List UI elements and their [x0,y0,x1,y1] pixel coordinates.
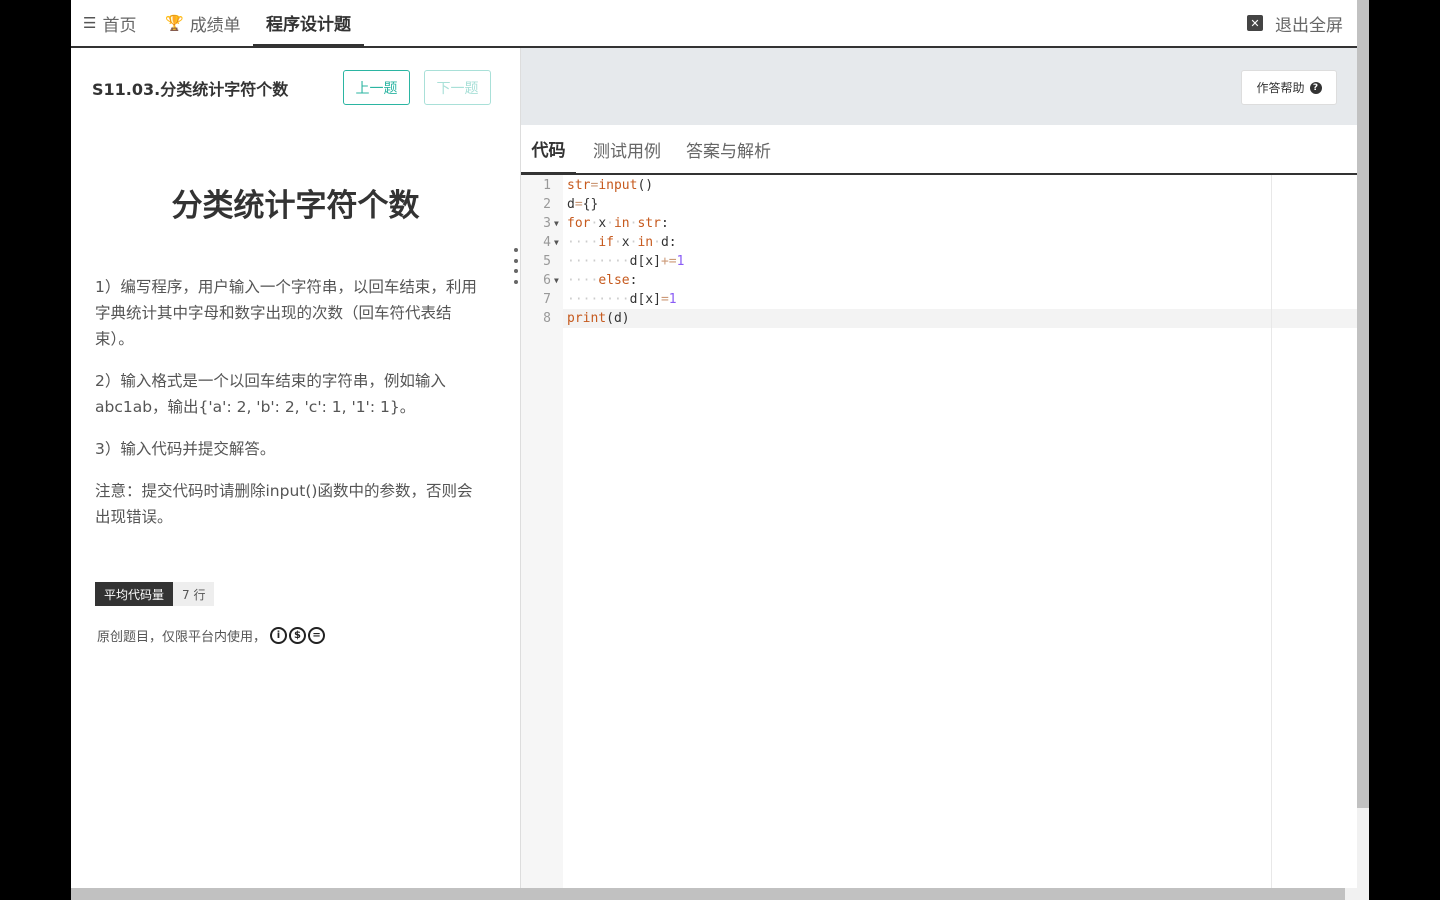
code-line: 3 ▼ for·x·in·str: [521,214,1357,233]
fold-toggle-icon[interactable]: ▼ [554,271,559,290]
code-text: str=input() [567,178,654,193]
answer-help-button[interactable]: 作答帮助 ? [1241,70,1337,105]
tab-test-cases[interactable]: 测试用例 [593,125,661,173]
app: ☰ 首页 🏆 成绩单 程序设计题 ✕ 退出全屏 S11.03.分类统计字符个数 … [71,0,1357,900]
exit-fullscreen-button[interactable]: ✕ 退出全屏 [1247,0,1343,46]
question-code: S11.03.分类统计字符个数 [92,80,289,99]
resize-handle[interactable] [512,248,520,284]
badge-value: 7 行 [173,582,215,606]
nav-program[interactable]: 程序设计题 [253,0,364,48]
code-line: 4 ▼ ····if·x·in·d: [521,233,1357,252]
exit-fullscreen-label: 退出全屏 [1275,15,1343,36]
description-paragraph: 1）编写程序，用户输入一个字符串，以回车结束，利用字典统计其中字母和数字出现的次… [95,278,477,348]
cc-license-icons: i $ = [270,627,327,644]
answer-help-label: 作答帮助 [1256,81,1305,95]
avg-code-badge: 平均代码量 7 行 [95,582,215,606]
line-number: 3 [543,216,551,231]
code-line: 1 str=input() [521,176,1357,195]
description-paragraph: 2）输入格式是一个以回车结束的字符串，例如输入abc1ab，输出{'a': 2,… [95,372,446,416]
code-text: d={} [567,197,599,212]
fold-toggle-icon[interactable]: ▼ [554,214,559,233]
code-text: ····else: [567,273,638,288]
prev-question-button[interactable]: 上一题 [343,70,410,105]
code-text: for·x·in·str: [567,216,669,231]
question-description: 1）编写程序，用户输入一个字符串，以回车结束，利用字典统计其中字母和数字出现的次… [95,274,485,546]
tab-answer[interactable]: 答案与解析 [686,125,771,173]
badge-label: 平均代码量 [95,582,174,606]
description-paragraph: 注意：提交代码时请删除input()函数中的参数，否则会出现错误。 [95,482,473,526]
nav-score-label: 成绩单 [189,15,241,36]
code-line: 6 ▼ ····else: [521,271,1357,290]
editor-panel: 作答帮助 ? 代码 测试用例 答案与解析 1 str=input() 2 d={} 3 ▼… [521,48,1357,888]
top-nav: ☰ 首页 🏆 成绩单 程序设计题 ✕ 退出全屏 [71,0,1357,48]
license-note: 原创题目，仅限平台内使用， i $ = [97,626,327,645]
line-number: 6 [543,273,551,288]
code-text: print(d) [567,311,630,326]
cc-by-icon: i [270,627,288,644]
code-text: ········d[x]=1 [567,292,677,307]
nav-program-label: 程序设计题 [266,14,351,35]
menu-icon: ☰ [83,14,97,32]
line-number: 1 [543,178,551,193]
vertical-scrollbar[interactable] [1357,0,1369,888]
code-line: 5 ········d[x]+=1 [521,252,1357,271]
code-line: 8 print(d) [521,309,1357,328]
description-paragraph: 3）输入代码并提交解答。 [95,440,276,458]
editor-tabs: 代码 测试用例 答案与解析 [521,125,1357,175]
line-number: 4 [543,235,551,250]
horizontal-scrollbar[interactable] [71,888,1345,900]
code-text: ····if·x·in·d: [567,235,677,250]
nav-score[interactable]: 🏆 成绩单 [165,0,241,46]
line-number: 8 [543,311,551,326]
line-number: 2 [543,197,551,212]
fold-toggle-icon[interactable]: ▼ [554,233,559,252]
line-number: 7 [543,292,551,307]
cc-nc-icon: $ [289,627,307,644]
tab-code[interactable]: 代码 [521,125,576,175]
trophy-icon: 🏆 [165,14,184,32]
code-text: ········d[x]+=1 [567,254,685,269]
code-line: 7 ········d[x]=1 [521,290,1357,309]
code-line: 2 d={} [521,195,1357,214]
cc-nd-icon: = [308,627,326,644]
question-title: 分类统计字符个数 [171,188,420,224]
next-question-button[interactable]: 下一题 [424,70,491,105]
license-text: 原创题目，仅限平台内使用， [97,630,267,645]
close-square-icon: ✕ [1247,15,1263,31]
question-circle-icon: ? [1309,81,1322,94]
vertical-scroll-track [1357,808,1369,900]
nav-home-label: 首页 [102,15,137,36]
question-panel: S11.03.分类统计字符个数 上一题 下一题 分类统计字符个数 1）编写程序，… [71,48,520,888]
horizontal-scroll-track [1345,888,1369,900]
editor-toolbar: 作答帮助 ? [521,48,1357,125]
nav-home[interactable]: ☰ 首页 [83,0,136,46]
line-number: 5 [543,254,551,269]
code-editor[interactable]: 1 str=input() 2 d={} 3 ▼ for·x·in·str: 4 ▼ ····if… [521,175,1357,888]
